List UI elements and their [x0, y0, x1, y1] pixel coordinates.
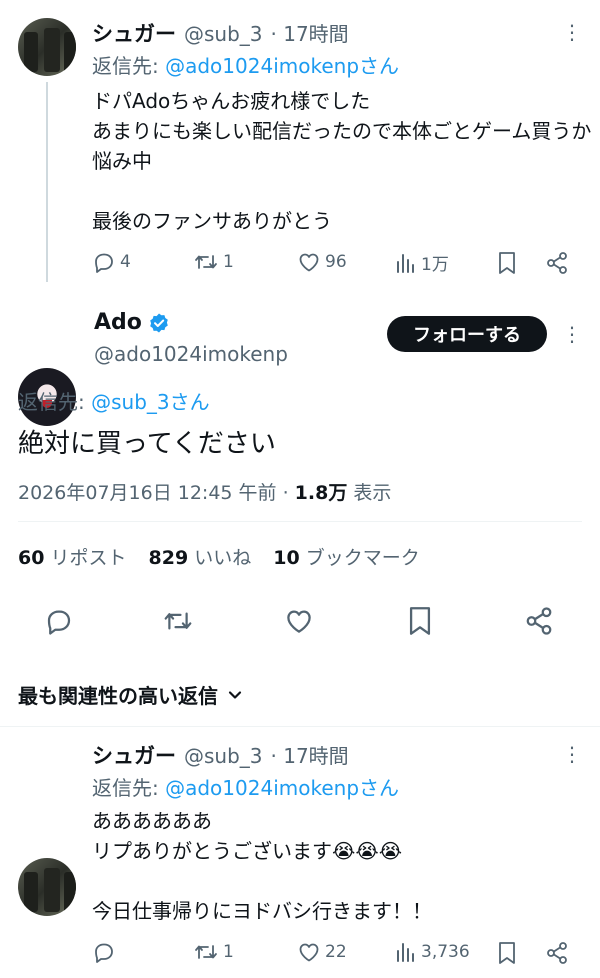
likes-label: いいね	[188, 547, 252, 569]
bookmark-button[interactable]	[496, 940, 518, 966]
post-time[interactable]: · 17時間	[271, 740, 349, 769]
reply-button[interactable]: 4	[92, 250, 131, 274]
bookmark-icon	[499, 942, 515, 964]
bookmark-icon	[409, 607, 431, 635]
repost-button[interactable]: 1	[193, 250, 234, 274]
views-button[interactable]: 3,736	[395, 940, 470, 964]
replying-to: 返信先: @ado1024imokenpさん	[92, 50, 399, 79]
reply-icon	[95, 943, 113, 963]
engagement-stats: 60 リポスト 829 いいね 10 ブックマーク	[18, 543, 420, 570]
like-icon	[299, 943, 319, 962]
like-icon	[287, 610, 311, 633]
share-icon	[547, 942, 567, 964]
share-button[interactable]	[545, 940, 569, 966]
views-count: 1.8万	[294, 482, 348, 504]
bookmark-button[interactable]	[406, 604, 434, 642]
avatar[interactable]	[18, 858, 76, 916]
repost-button[interactable]: 1	[193, 940, 234, 964]
author-name[interactable]: シュガー	[92, 740, 176, 770]
repost-button[interactable]	[162, 606, 194, 640]
tweet-text: ああああああ リプありがとうございます😭😭😭 今日仕事帰りにヨドバシ行きます！！	[92, 809, 432, 923]
like-count: 22	[325, 942, 347, 962]
replying-to-link[interactable]: @ado1024imokenpさん	[165, 776, 399, 800]
replying-to-prefix: 返信先:	[92, 54, 166, 78]
repost-icon	[164, 612, 192, 630]
reposts-label: リポスト	[44, 547, 127, 569]
bookmark-button[interactable]	[496, 250, 518, 276]
reply-button[interactable]	[44, 606, 74, 640]
author-handle[interactable]: @sub_3	[184, 22, 263, 46]
replying-to-link[interactable]: @sub_3さん	[91, 390, 210, 414]
tweet-meta: 2026年07月16日 12:45 午前 · 1.8万 表示	[18, 478, 391, 505]
divider	[0, 726, 600, 727]
like-button[interactable]	[284, 606, 314, 640]
likes-stat[interactable]: 829 いいね	[149, 543, 252, 570]
share-icon	[526, 607, 552, 635]
share-button[interactable]	[545, 250, 569, 276]
more-icon[interactable]: ⋮	[562, 22, 582, 42]
more-icon[interactable]: ⋮	[562, 324, 582, 344]
tweet-text: 絶対に買ってください	[18, 429, 276, 459]
views-count: 1万	[421, 255, 449, 275]
repost-icon	[195, 255, 217, 269]
reply-button[interactable]	[92, 940, 120, 964]
post-time[interactable]: · 17時間	[271, 18, 349, 47]
reposts-stat[interactable]: 60 リポスト	[18, 543, 127, 570]
reply-icon	[95, 253, 113, 273]
reposts-count: 60	[18, 547, 45, 569]
chevron-down-icon	[228, 690, 242, 699]
replying-to-prefix: 返信先:	[92, 776, 166, 800]
likes-count: 829	[148, 547, 189, 569]
reply-count: 4	[120, 252, 131, 272]
like-icon	[299, 253, 319, 272]
replying-to: 返信先: @ado1024imokenpさん	[92, 772, 399, 801]
reply-icon	[47, 610, 71, 635]
verified-icon	[150, 313, 168, 332]
replying-to: 返信先: @sub_3さん	[18, 386, 210, 415]
divider	[18, 521, 582, 522]
author-name[interactable]: シュガー	[92, 18, 176, 48]
author-handle[interactable]: @ado1024imokenp	[94, 342, 288, 366]
views-icon	[397, 253, 414, 273]
repost-icon	[195, 945, 217, 959]
views-icon	[397, 943, 414, 962]
reply-tweet-1[interactable]: シュガー @sub_3 · 17時間 ⋮ 返信先: @ado1024imoken…	[0, 0, 600, 282]
author-handle[interactable]: @sub_3	[184, 744, 263, 768]
thread-line	[46, 82, 48, 282]
bookmark-icon	[499, 252, 515, 274]
replying-to-link[interactable]: @ado1024imokenpさん	[165, 54, 399, 78]
more-icon[interactable]: ⋮	[562, 744, 582, 764]
tweet-text: ドパAdoちゃんお疲れ様でした あまりにも楽しい配信だったので本体ごとゲーム買う…	[92, 89, 592, 233]
follow-button[interactable]: フォローする	[387, 316, 547, 352]
repost-count: 1	[223, 252, 234, 272]
bookmarks-label: ブックマーク	[299, 547, 420, 569]
reply-sort-selector[interactable]: 最も関連性の高い返信	[18, 680, 244, 709]
views-count: 3,736	[421, 942, 470, 962]
author-name[interactable]: Ado	[94, 310, 142, 335]
like-count: 96	[325, 252, 347, 272]
sort-label: 最も関連性の高い返信	[18, 684, 218, 708]
share-button[interactable]	[524, 604, 554, 642]
views-button[interactable]: 1万	[395, 250, 449, 275]
like-button[interactable]: 22	[297, 940, 347, 964]
share-icon	[547, 252, 567, 274]
avatar[interactable]	[18, 18, 76, 76]
replying-to-prefix: 返信先:	[18, 390, 92, 414]
repost-count: 1	[223, 942, 234, 962]
bookmarks-stat[interactable]: 10 ブックマーク	[273, 543, 420, 570]
bookmarks-count: 10	[273, 547, 300, 569]
timestamp[interactable]: 2026年07月16日 12:45 午前 ·	[18, 482, 295, 504]
like-button[interactable]: 96	[297, 250, 347, 274]
views-label: 表示	[347, 482, 392, 504]
